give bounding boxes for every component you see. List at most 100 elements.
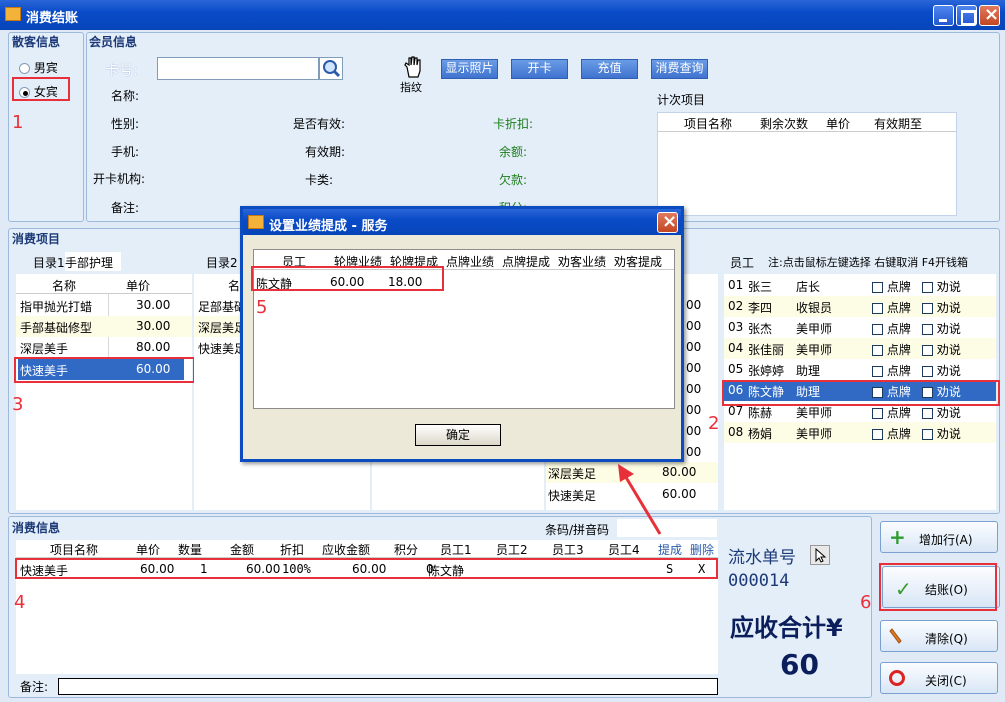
annotation-box-3 (14, 357, 195, 383)
col-header: 积分 (394, 543, 419, 557)
staff-role: 美甲师 (796, 427, 833, 441)
recharge-button[interactable]: 充值 (581, 59, 638, 79)
discount-label: 卡折扣: (493, 117, 534, 131)
point-card-label: 点牌 (886, 280, 911, 294)
col-header-name: 名 (228, 279, 241, 293)
eraser-icon (889, 627, 903, 645)
col-header: 项目名称 (50, 543, 99, 557)
dir2-label: 目录2 (206, 256, 238, 270)
staff-row[interactable]: 04 张佳丽 美甲师 点牌 劝说 (724, 338, 996, 359)
annotation-arrow (618, 464, 662, 535)
staff-row[interactable]: 03 张杰 美甲师 点牌 劝说 (724, 317, 996, 338)
phone-label: 手机: (111, 145, 140, 159)
add-row-label: 增加行(A) (919, 533, 973, 547)
note-input[interactable] (58, 678, 718, 695)
item-name: 快速美足 (548, 489, 597, 503)
item-name: 深层美手 (20, 342, 69, 356)
dialog-close-button[interactable] (657, 211, 678, 233)
point-card-checkbox[interactable]: 点牌 (872, 299, 911, 316)
col-header-price: 单价 (126, 279, 151, 293)
staff-name: 张三 (748, 280, 773, 294)
fingerprint-button[interactable] (401, 55, 425, 81)
card-number-input[interactable] (157, 57, 319, 80)
open-card-button[interactable]: 开卡 (511, 59, 568, 79)
persuade-checkbox[interactable]: 劝说 (922, 299, 961, 316)
note-label: 备注: (111, 201, 140, 215)
ok-button[interactable]: 确定 (415, 424, 501, 446)
col-header: 劝客业绩 (558, 255, 607, 269)
staff-row[interactable]: 05 张婷婷 助理 点牌 劝说 (724, 359, 996, 380)
annotation-3: 3 (12, 394, 24, 415)
staff-name: 张婷婷 (748, 364, 785, 378)
staff-row[interactable]: 02 李四 收银员 点牌 劝说 (724, 296, 996, 317)
staff-id: 03 (728, 320, 744, 334)
dir1-select[interactable]: 手部护理 (65, 252, 121, 271)
col-header: 劝客提成 (614, 255, 663, 269)
persuade-checkbox[interactable]: 劝说 (922, 320, 961, 337)
add-row-button[interactable]: + 增加行(A) (880, 521, 998, 553)
search-button[interactable] (319, 57, 343, 80)
persuade-checkbox[interactable]: 劝说 (922, 404, 961, 421)
consume-query-button[interactable]: 消费查询 (651, 59, 708, 79)
item-row[interactable]: 指甲抛光打蜡 30.00 (16, 295, 192, 316)
consume-table-header: 项目名称 单价 数量 金额 折扣 应收金额 积分 员工1 员工2 员工3 员工4 提成 删除 (16, 540, 718, 558)
point-card-checkbox[interactable]: 点牌 (872, 320, 911, 337)
item-price: 00 (686, 340, 702, 354)
total-label: 应收合计¥ (730, 614, 843, 642)
note-label-bottom: 备注: (20, 680, 49, 694)
item-price: 30.00 (136, 298, 171, 312)
persuade-checkbox[interactable]: 劝说 (922, 425, 961, 442)
col-header: 金额 (230, 543, 255, 557)
staff-name: 张佳丽 (748, 343, 785, 357)
staff-id: 04 (728, 341, 744, 355)
point-card-checkbox[interactable]: 点牌 (872, 404, 911, 421)
debt-label: 欠款: (499, 173, 528, 187)
point-card-label: 点牌 (886, 427, 911, 441)
annotation-box-6 (879, 563, 997, 611)
point-card-checkbox[interactable]: 点牌 (872, 362, 911, 379)
barcode-label: 条码/拼音码 (545, 523, 610, 537)
stop-icon (889, 670, 905, 686)
col-header: 折扣 (280, 543, 305, 557)
item-name: 足部基础 (198, 300, 247, 314)
balance-label: 余额: (499, 145, 528, 159)
member-group: 会员信息 卡号: 指纹 显示照片 开卡 充值 消费查询 名称: 性别: 手机: … (86, 32, 1000, 222)
fingerprint-label: 指纹 (400, 81, 422, 94)
persuade-checkbox[interactable]: 劝说 (922, 278, 961, 295)
expiry-label: 有效期: (305, 145, 346, 159)
staff-id: 08 (728, 425, 744, 439)
close-button[interactable]: 关闭(C) (880, 662, 998, 694)
staff-id: 02 (728, 299, 744, 313)
col-header: 员工1 (440, 543, 472, 557)
male-radio[interactable]: 男宾 (19, 59, 58, 76)
col-header: 员工2 (496, 543, 528, 557)
staff-name: 陈赫 (748, 406, 773, 420)
staff-role: 美甲师 (796, 406, 833, 420)
close-window-button[interactable] (979, 4, 1000, 26)
item-row[interactable]: 手部基础修型 30.00 (16, 316, 192, 337)
point-card-checkbox[interactable]: 点牌 (872, 425, 911, 442)
staff-row[interactable]: 08 杨娟 美甲师 点牌 劝说 (724, 422, 996, 443)
minimize-button[interactable] (933, 5, 954, 26)
clear-button[interactable]: 清除(Q) (880, 620, 998, 652)
show-photo-button[interactable]: 显示照片 (441, 59, 498, 79)
staff-name: 李四 (748, 301, 773, 315)
count-items-header: 项目名称 剩余次数 单价 有效期至 (658, 113, 956, 132)
persuade-checkbox[interactable]: 劝说 (922, 362, 961, 379)
staff-row[interactable]: 01 张三 店长 点牌 劝说 (724, 275, 996, 296)
serial-button[interactable] (810, 545, 830, 565)
persuade-checkbox[interactable]: 劝说 (922, 341, 961, 358)
col-header: 员工3 (552, 543, 584, 557)
maximize-button[interactable] (956, 5, 977, 26)
persuade-label: 劝说 (936, 406, 961, 420)
consume-items-title: 消费项目 (12, 232, 61, 246)
persuade-label: 劝说 (936, 280, 961, 294)
persuade-label: 劝说 (936, 427, 961, 441)
point-card-checkbox[interactable]: 点牌 (872, 278, 911, 295)
item-row[interactable]: 深层美手 80.00 (16, 337, 192, 358)
point-card-checkbox[interactable]: 点牌 (872, 341, 911, 358)
persuade-label: 劝说 (936, 364, 961, 378)
persuade-label: 劝说 (936, 301, 961, 315)
close-label: 关闭(C) (925, 674, 967, 688)
staff-hint: 注:点击鼠标左键选择 右键取消 F4开钱箱 (768, 256, 969, 269)
